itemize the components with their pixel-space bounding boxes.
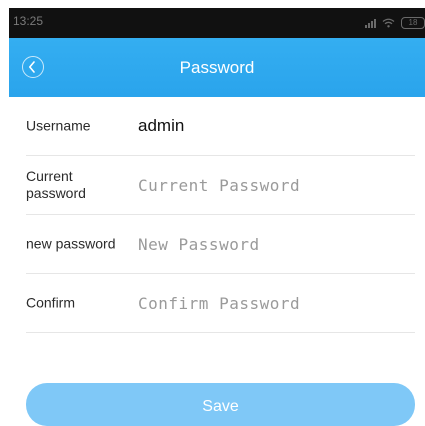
username-label: Username: [26, 117, 91, 134]
confirm-password-input[interactable]: [134, 288, 412, 318]
new-password-row: new password: [26, 215, 415, 274]
page-title: Password: [179, 58, 255, 77]
battery-icon: 18: [401, 17, 425, 29]
save-button[interactable]: Save: [26, 383, 415, 426]
password-screen: 13:25 18 Password Username admin Current…: [0, 0, 425, 426]
current-password-input[interactable]: [134, 170, 412, 200]
confirm-password-label: Confirm: [26, 294, 76, 311]
wifi-icon: [382, 18, 395, 28]
current-password-label: Current password: [26, 168, 86, 201]
password-form: Username admin Current password new pass…: [26, 97, 415, 333]
confirm-password-row: Confirm: [26, 274, 415, 333]
signal-icon: [365, 18, 376, 28]
new-password-input[interactable]: [134, 229, 412, 259]
current-password-row: Current password: [26, 156, 415, 215]
app-header: Password: [9, 38, 425, 97]
status-icons: 18: [365, 15, 425, 31]
status-time: 13:25: [13, 14, 44, 28]
username-row: Username admin: [26, 97, 415, 156]
status-bar: 13:25 18: [9, 8, 425, 38]
new-password-label: new password: [26, 235, 116, 252]
username-value: admin: [138, 116, 185, 135]
